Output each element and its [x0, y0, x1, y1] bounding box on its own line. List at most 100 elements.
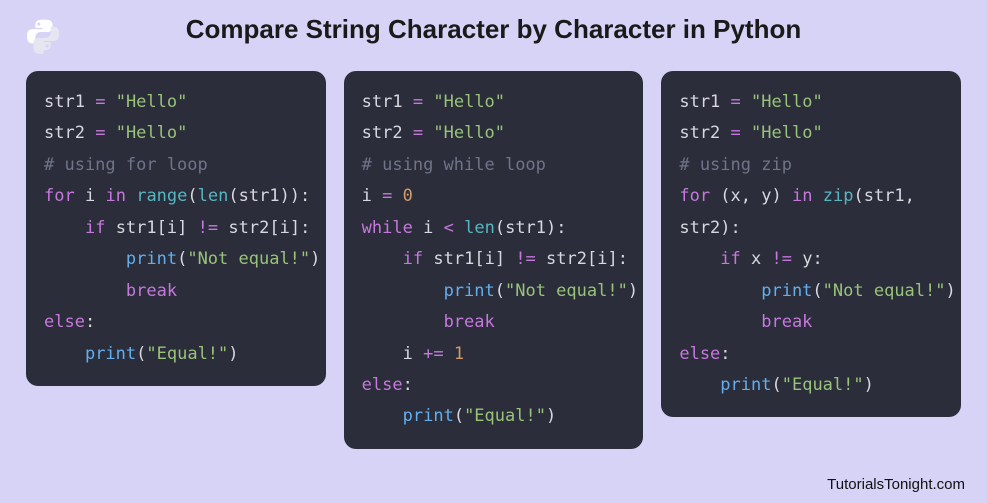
- code-line: # using for loop: [44, 150, 308, 181]
- token-pun: ):: [546, 218, 566, 238]
- for-loop-panel: str1 = "Hello"str2 = "Hello"# using for …: [26, 71, 326, 386]
- token-var: i: [485, 249, 495, 269]
- token-pun: (: [495, 218, 505, 238]
- token-pun: ): [546, 406, 556, 426]
- code-line: str1 = "Hello": [44, 87, 308, 118]
- token-pun: (: [228, 186, 238, 206]
- token-str: "Hello": [116, 92, 188, 112]
- code-line: str1 = "Hello": [362, 87, 626, 118]
- token-kw: in: [105, 186, 125, 206]
- token-pun: [105, 218, 115, 238]
- token-com: # using zip: [679, 155, 792, 175]
- token-pun: [792, 249, 802, 269]
- token-pun: [403, 123, 413, 143]
- token-pun: [423, 123, 433, 143]
- token-pun: [433, 218, 443, 238]
- token-pun: [44, 281, 126, 301]
- token-op: =: [731, 123, 741, 143]
- token-pun: [536, 249, 546, 269]
- token-pun: ]: [495, 249, 505, 269]
- token-pun: [85, 123, 95, 143]
- token-pun: )): [280, 186, 300, 206]
- token-pun: [679, 375, 720, 395]
- code-line: if str1[i] != str2[i]:: [44, 213, 308, 244]
- token-str: "Not equal!": [187, 249, 310, 269]
- token-pun: :: [300, 186, 310, 206]
- token-bfn: len: [464, 218, 495, 238]
- token-var: i: [85, 186, 95, 206]
- token-num: 0: [403, 186, 413, 206]
- token-kw: if: [720, 249, 740, 269]
- token-fn: print: [720, 375, 771, 395]
- token-fn: print: [761, 281, 812, 301]
- code-line: print("Equal!"): [679, 370, 943, 401]
- token-op: =: [413, 123, 423, 143]
- token-pun: ]: [290, 218, 300, 238]
- token-str: "Hello": [751, 92, 823, 112]
- token-pun: [679, 312, 761, 332]
- code-line: for i in range(len(str1)):: [44, 181, 308, 212]
- code-line: break: [44, 276, 308, 307]
- token-pun: :: [300, 218, 310, 238]
- code-line: print("Not equal!"): [44, 244, 308, 275]
- token-var: str1: [864, 186, 905, 206]
- token-var: str1: [679, 92, 720, 112]
- code-line: # using zip: [679, 150, 943, 181]
- token-op: !=: [515, 249, 535, 269]
- token-op: !=: [772, 249, 792, 269]
- token-pun: [105, 92, 115, 112]
- token-pun: (: [177, 249, 187, 269]
- token-pun: [423, 92, 433, 112]
- token-kw: if: [85, 218, 105, 238]
- token-pun: [423, 249, 433, 269]
- token-str: "Hello": [116, 123, 188, 143]
- token-var: i: [362, 186, 372, 206]
- token-fn: print: [444, 281, 495, 301]
- token-pun: [454, 218, 464, 238]
- token-pun: [362, 312, 444, 332]
- token-str: "Not equal!": [505, 281, 628, 301]
- token-pun: [105, 123, 115, 143]
- token-pun: :: [618, 249, 628, 269]
- token-op: !=: [198, 218, 218, 238]
- token-op: =: [413, 92, 423, 112]
- token-pun: ): [310, 249, 320, 269]
- token-pun: (: [187, 186, 197, 206]
- token-pun: ]: [608, 249, 618, 269]
- token-pun: [218, 218, 228, 238]
- token-var: i: [597, 249, 607, 269]
- token-op: +=: [423, 344, 443, 364]
- token-var: x: [731, 186, 741, 206]
- token-var: str2: [546, 249, 587, 269]
- token-str: "Hello": [433, 123, 505, 143]
- token-var: y: [761, 186, 771, 206]
- token-com: # using for loop: [44, 155, 208, 175]
- token-pun: [75, 186, 85, 206]
- attribution-text: TutorialsTonight.com: [827, 476, 965, 493]
- token-pun: [362, 344, 403, 364]
- token-kw: else: [362, 375, 403, 395]
- token-var: str1: [362, 92, 403, 112]
- code-line: str2 = "Hello": [679, 118, 943, 149]
- token-pun: ): [228, 344, 238, 364]
- token-pun: [44, 344, 85, 364]
- token-kw: for: [44, 186, 75, 206]
- token-var: str1: [239, 186, 280, 206]
- token-var: i: [280, 218, 290, 238]
- token-pun: [413, 218, 423, 238]
- token-pun: [761, 249, 771, 269]
- code-line: break: [679, 307, 943, 338]
- token-pun: [720, 92, 730, 112]
- code-line: else:: [362, 370, 626, 401]
- token-var: y: [802, 249, 812, 269]
- zip-panel: str1 = "Hello"str2 = "Hello"# using zipf…: [661, 71, 961, 417]
- token-pun: [813, 186, 823, 206]
- token-pun: [85, 92, 95, 112]
- code-panels-row: str1 = "Hello" str2 = "Hello" # using for …: [0, 55, 987, 449]
- token-kw: while: [362, 218, 413, 238]
- token-pun: [444, 344, 454, 364]
- code-line: if x != y:: [679, 244, 943, 275]
- token-pun: ): [864, 375, 874, 395]
- token-pun: [: [157, 218, 167, 238]
- token-pun: ,: [905, 186, 915, 206]
